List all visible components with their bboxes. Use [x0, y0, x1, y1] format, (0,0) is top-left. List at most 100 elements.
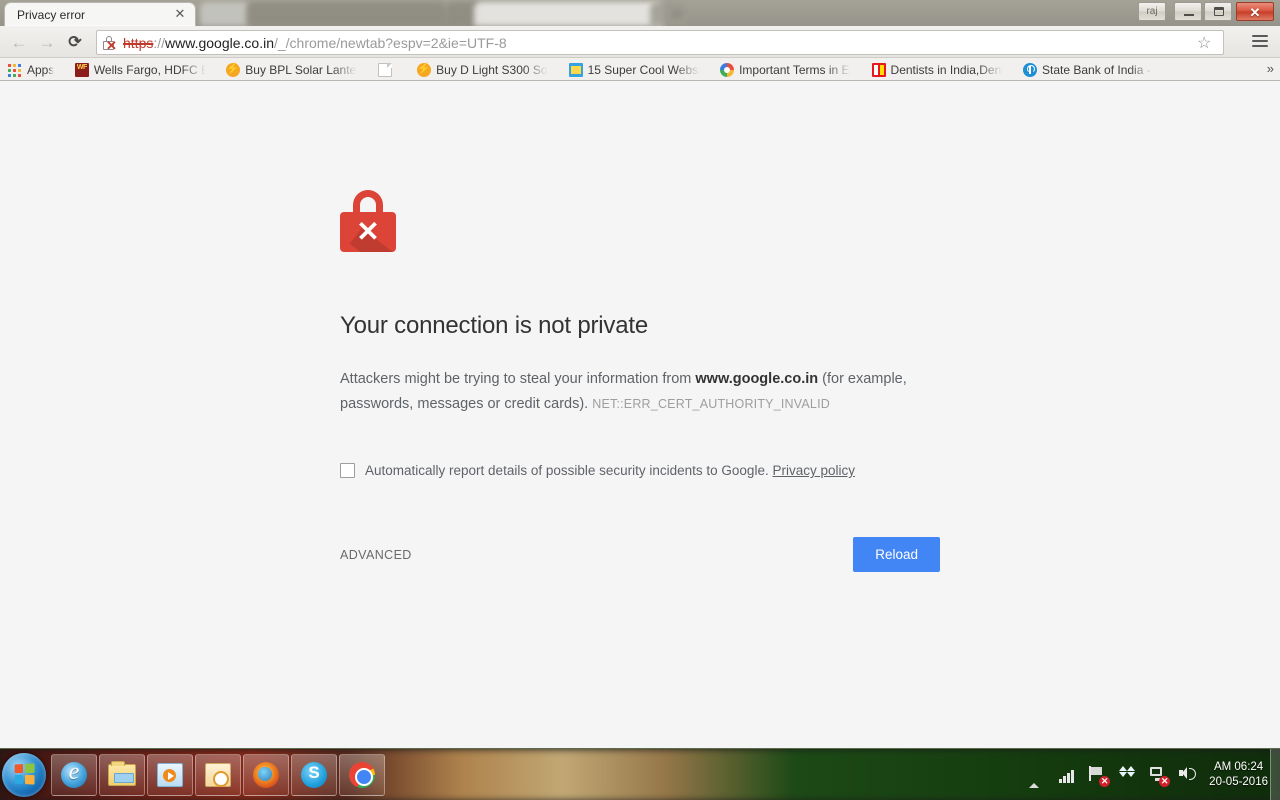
bolt-favicon: [417, 62, 432, 77]
back-button[interactable]: ←: [8, 32, 30, 54]
taskbar-chrome[interactable]: [339, 754, 385, 796]
ring-favicon: [720, 62, 735, 77]
error-code: NET::ERR_CERT_AUTHORITY_INVALID: [592, 397, 830, 411]
address-bar[interactable]: ✕ https://www.google.co.in/_/chrome/newt…: [96, 30, 1224, 55]
sbi-favicon: [1022, 62, 1037, 77]
taskbar-internet-explorer[interactable]: [51, 754, 97, 796]
page-title: Your connection is not private: [340, 312, 648, 339]
maximize-icon: [1214, 7, 1224, 16]
bookmark-item[interactable]: Dentists in India,Denta: [864, 58, 1011, 80]
clock-time: AM 06:24: [1213, 761, 1264, 773]
bookmarks-bar: Apps Wells Fargo, HDFC Ba Buy BPL Solar …: [0, 58, 1280, 81]
chrome-menu-icon[interactable]: [1252, 35, 1268, 49]
dropbox-tray-icon[interactable]: [1119, 766, 1137, 784]
reload-button[interactable]: ⟳: [64, 32, 86, 54]
red-favicon: [871, 62, 886, 77]
page-content: ✕ Your connection is not private Attacke…: [0, 82, 1280, 748]
volume-button[interactable]: [1179, 766, 1197, 784]
folder-icon: [108, 761, 136, 786]
chevron-up-icon: [1029, 766, 1040, 788]
taskbar-outlook[interactable]: [195, 754, 241, 796]
close-icon[interactable]: ✕: [173, 7, 187, 21]
skype-icon: [301, 762, 327, 788]
bookmark-label: Important Terms in En: [739, 62, 852, 77]
bookmark-label: Dentists in India,Denta: [890, 62, 1003, 77]
interstitial-actions: ADVANCED Reload: [340, 537, 940, 572]
bookmark-label: State Bank of India - P: [1041, 62, 1154, 77]
bookmark-item[interactable]: State Bank of India - P: [1015, 58, 1162, 80]
report-checkbox[interactable]: [340, 463, 355, 478]
close-window-icon: ✕: [1249, 5, 1261, 20]
wellsfargo-favicon: [74, 62, 89, 77]
chrome-icon: [349, 762, 375, 788]
browser-toolbar: ← → ⟳ ✕ https://www.google.co.in/_/chrom…: [0, 26, 1280, 58]
tab-privacy-error[interactable]: Privacy error ✕: [4, 2, 196, 26]
tab-title: Privacy error: [17, 8, 86, 22]
minimize-icon: [1184, 14, 1194, 16]
background-tab-2[interactable]: [246, 2, 446, 26]
bookmark-item[interactable]: Buy D Light S300 Sola: [409, 58, 556, 80]
start-button[interactable]: [2, 753, 46, 797]
action-center-button[interactable]: ✕: [1089, 766, 1111, 787]
ssl-interstitial: ✕ Your connection is not private Attacke…: [340, 190, 960, 572]
url-host: www.google.co.in: [165, 35, 274, 51]
taskbar-clock[interactable]: AM 06:24 20-05-2016: [1209, 760, 1268, 790]
new-tab-button[interactable]: [666, 7, 688, 21]
bookmark-apps-label: Apps: [27, 62, 55, 77]
taskbar-media-player[interactable]: [147, 754, 193, 796]
bookmark-item[interactable]: Important Terms in En: [712, 58, 859, 80]
document-favicon: [377, 62, 392, 77]
taskbar-windows-explorer[interactable]: [99, 754, 145, 796]
red-lock-error-icon: ✕: [340, 190, 396, 252]
report-optin-label: Automatically report details of possible…: [365, 462, 855, 479]
error-badge-icon: ✕: [1099, 776, 1111, 787]
close-window-button[interactable]: ✕: [1236, 2, 1274, 21]
taskbar-firefox[interactable]: [243, 754, 289, 796]
taskbar-app-area: [0, 749, 386, 800]
bookmark-star-icon[interactable]: ☆: [1197, 36, 1213, 52]
show-hidden-icons-button[interactable]: [1029, 766, 1047, 788]
bookmark-item[interactable]: 15 Super Cool Websit: [561, 58, 708, 80]
firefox-icon: [253, 762, 279, 788]
maximize-button[interactable]: [1204, 2, 1232, 21]
bookmark-label: Wells Fargo, HDFC Ba: [93, 62, 206, 77]
system-tray: ✕ ✕ AM 06:24 20-05-2016: [1023, 749, 1280, 800]
url-separator: ://: [153, 35, 166, 51]
outlook-icon: [205, 763, 231, 787]
tab-strip: Privacy error ✕ raj ✕: [0, 0, 1280, 26]
background-tab-4[interactable]: [474, 2, 664, 26]
error-host: www.google.co.in: [695, 371, 819, 387]
error-description-prefix: Attackers might be trying to steal your …: [340, 371, 696, 387]
background-tab-1[interactable]: [200, 2, 250, 26]
apps-grid-icon: [8, 63, 22, 77]
bookmark-item[interactable]: Buy BPL Solar Lantern: [218, 58, 365, 80]
minimize-button[interactable]: [1174, 2, 1202, 21]
error-description: Attackers might be trying to steal your …: [340, 367, 940, 417]
privacy-policy-link[interactable]: Privacy policy: [772, 463, 855, 478]
windows-taskbar: ✕ ✕ AM 06:24 20-05-2016: [0, 748, 1280, 800]
blue-favicon: [568, 62, 583, 77]
insecure-lock-icon[interactable]: ✕: [102, 35, 117, 52]
windows-logo-icon: [14, 763, 35, 785]
signal-strength-icon[interactable]: [1059, 766, 1077, 784]
bolt-favicon: [226, 62, 241, 77]
bookmark-label: Buy BPL Solar Lantern: [245, 62, 358, 77]
user-profile-label: raj: [1146, 6, 1158, 17]
advanced-button[interactable]: ADVANCED: [340, 548, 412, 562]
forward-button[interactable]: →: [36, 32, 58, 54]
bookmark-label: 15 Super Cool Websit: [587, 62, 700, 77]
bookmark-item[interactable]: Wells Fargo, HDFC Ba: [67, 58, 214, 80]
taskbar-skype[interactable]: [291, 754, 337, 796]
user-profile-button[interactable]: raj: [1138, 2, 1166, 21]
show-desktop-button[interactable]: [1270, 749, 1280, 800]
network-status-button[interactable]: ✕: [1149, 766, 1171, 787]
report-optin-row: Automatically report details of possible…: [340, 462, 960, 479]
bookmarks-overflow-icon[interactable]: »: [1267, 61, 1274, 76]
bookmark-item[interactable]: [370, 58, 405, 80]
internet-explorer-icon: [61, 759, 87, 788]
bookmark-apps[interactable]: Apps: [0, 58, 62, 80]
reload-page-button[interactable]: Reload: [853, 537, 940, 572]
url-scheme: https: [123, 35, 154, 51]
signal-bars-icon: [1059, 769, 1077, 783]
chrome-browser-window: Privacy error ✕ raj ✕ ← → ⟳ ✕ https://ww…: [0, 0, 1280, 748]
